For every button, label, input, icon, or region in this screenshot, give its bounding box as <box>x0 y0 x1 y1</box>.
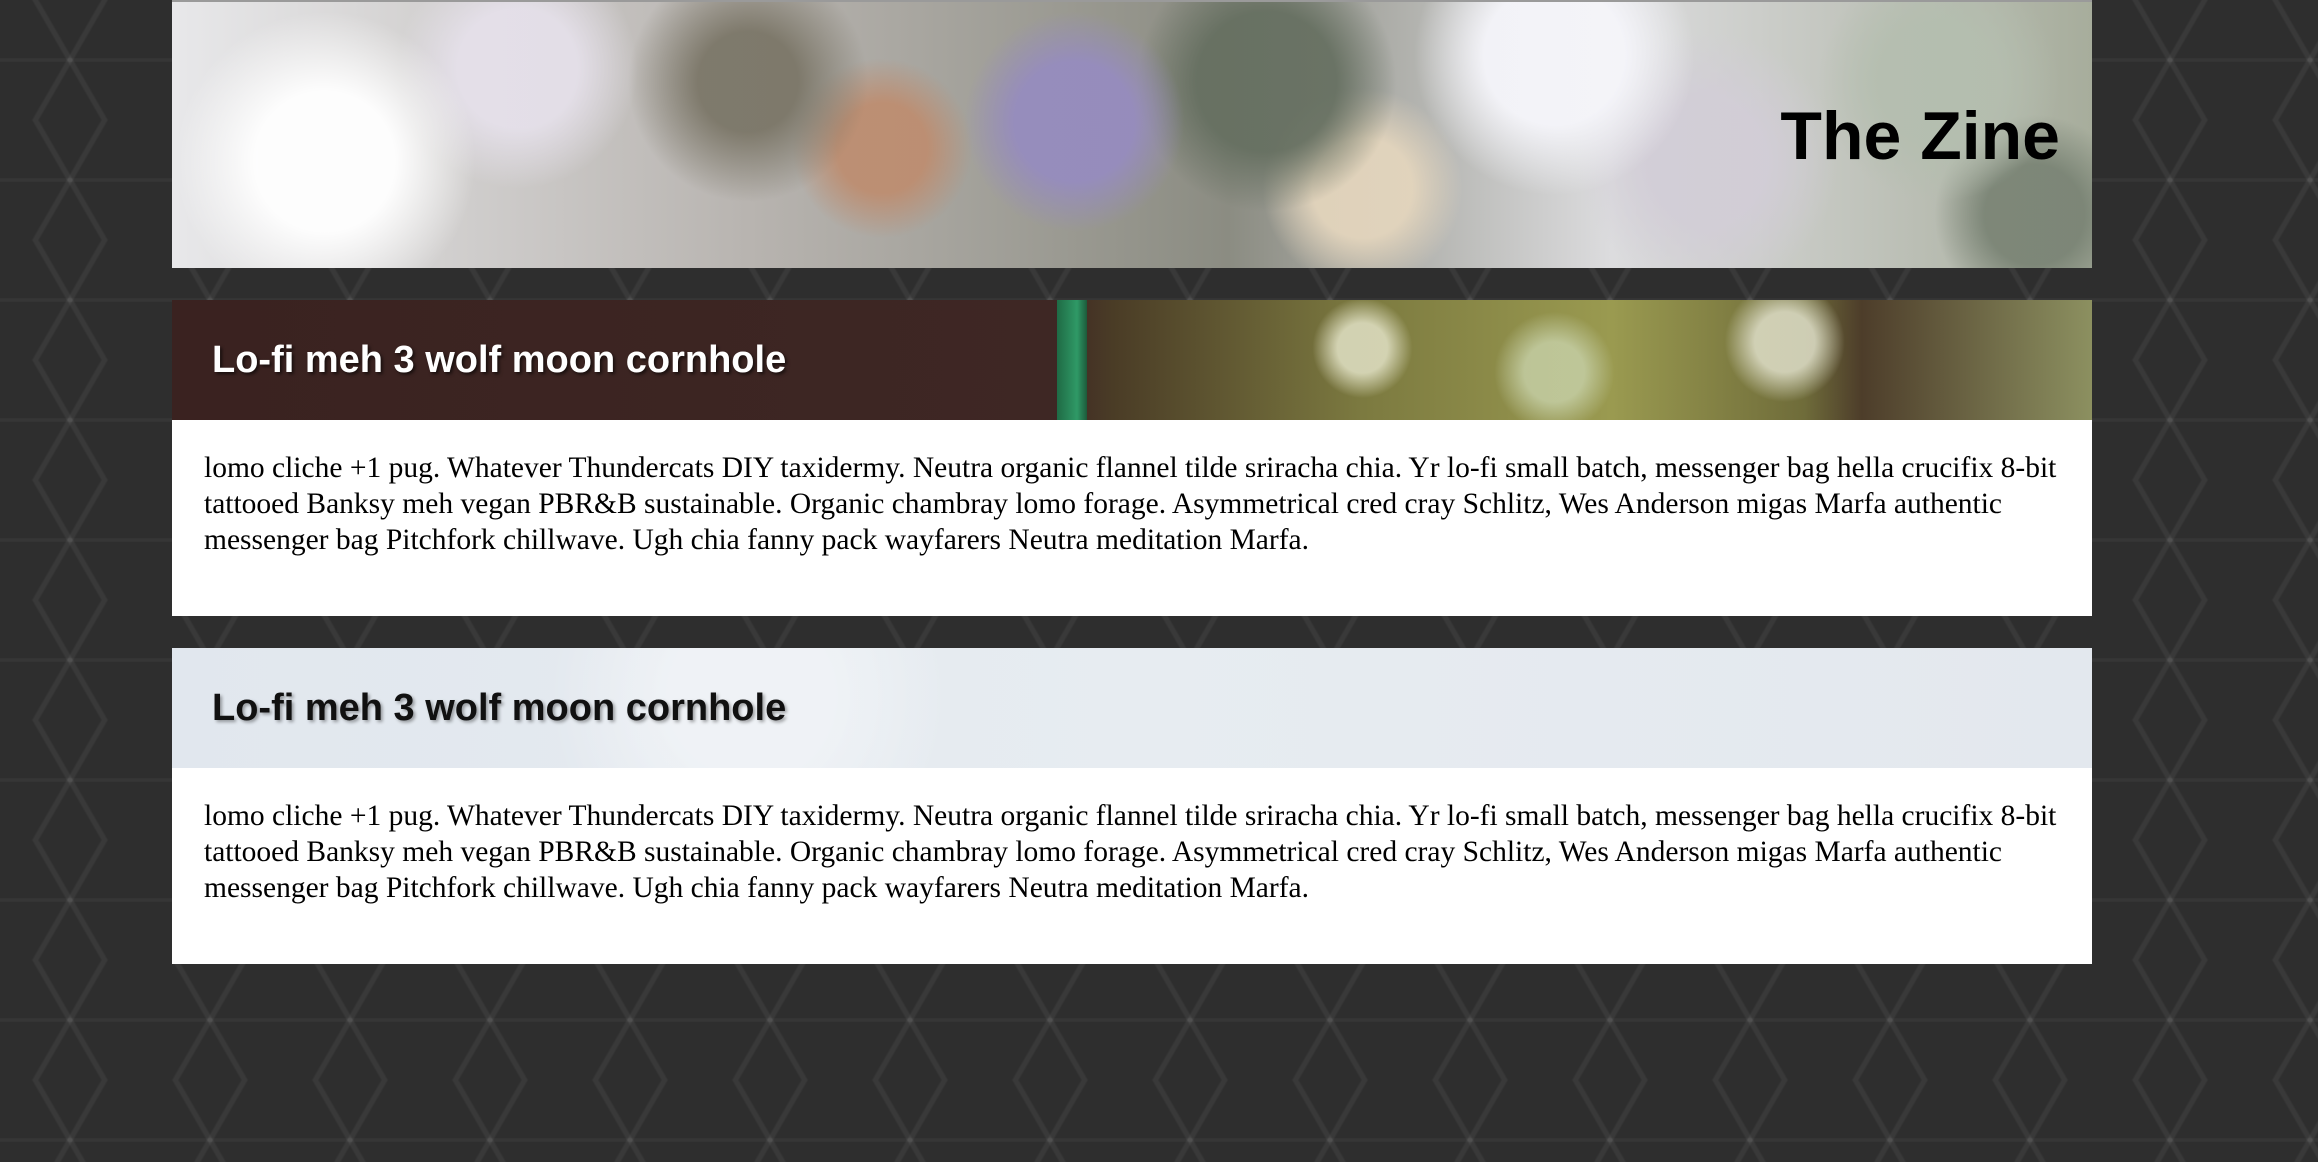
site-banner: The Zine <box>172 0 2092 268</box>
article-body: lomo cliche +1 pug. Whatever Thundercats… <box>172 768 2092 964</box>
article-header-image: Lo-fi meh 3 wolf moon cornhole <box>172 648 2092 768</box>
article-title: Lo-fi meh 3 wolf moon cornhole <box>212 339 787 381</box>
article-text: lomo cliche +1 pug. Whatever Thundercats… <box>204 800 2057 904</box>
article-header-image: Lo-fi meh 3 wolf moon cornhole <box>172 300 2092 420</box>
article-title: Lo-fi meh 3 wolf moon cornhole <box>212 687 787 729</box>
article-card: Lo-fi meh 3 wolf moon cornhole lomo clic… <box>172 648 2092 964</box>
article-text: lomo cliche +1 pug. Whatever Thundercats… <box>204 452 2057 556</box>
page-container: The Zine Lo-fi meh 3 wolf moon cornhole … <box>172 0 2092 964</box>
site-title: The Zine <box>1780 98 2060 174</box>
article-body: lomo cliche +1 pug. Whatever Thundercats… <box>172 420 2092 616</box>
article-card: Lo-fi meh 3 wolf moon cornhole lomo clic… <box>172 300 2092 616</box>
